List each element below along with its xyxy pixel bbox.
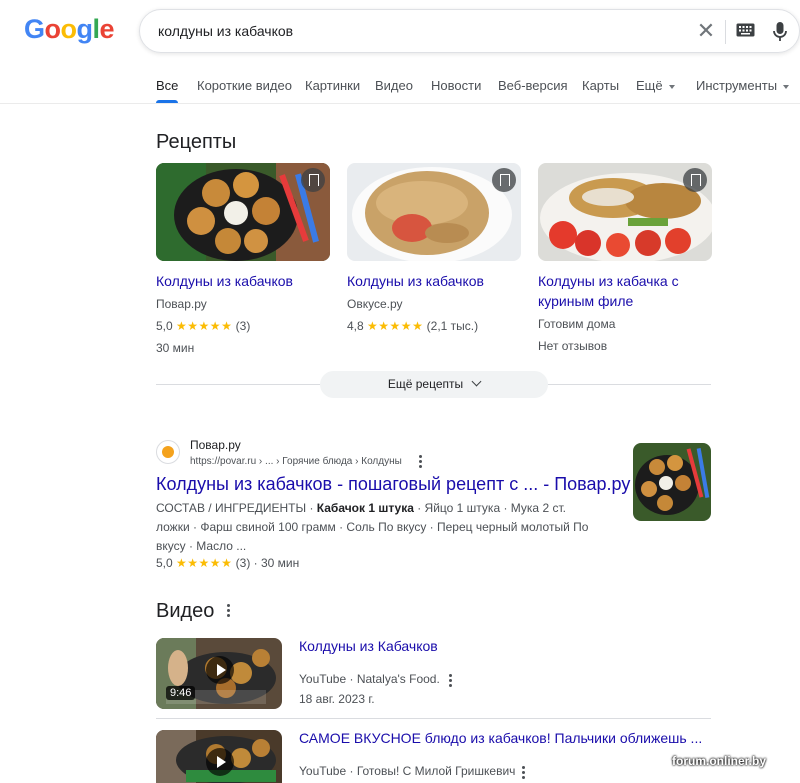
video-source: YouTube · Готовы! С Милой Гришкевич xyxy=(299,764,516,778)
recipe-image[interactable] xyxy=(538,163,712,261)
caret-down-icon xyxy=(668,84,675,89)
logo-letter: o xyxy=(60,14,78,44)
recipe-reviews: Нет отзывов xyxy=(538,339,608,353)
rating-count: (3) xyxy=(235,319,251,333)
result-snippet: СОСТАВ / ИНГРЕДИЕНТЫ · Кабачок 1 штука ·… xyxy=(156,499,596,556)
recipe-title[interactable]: Колдуны из кабачка с куриным филе xyxy=(538,271,712,311)
recipe-source: Повар.ру xyxy=(156,297,207,311)
videos-heading: Видео xyxy=(156,600,215,622)
recipe-source: Готовим дома xyxy=(538,317,616,331)
result-rating: 5,0 ★★★★★ (3) · 30 мин xyxy=(156,556,299,570)
search-input[interactable]: колдуны из кабачков xyxy=(158,23,293,39)
recipe-card[interactable]: Колдуны из кабачка с куриным филе Готови… xyxy=(538,163,712,355)
logo-letter: e xyxy=(99,14,115,44)
tab-images[interactable]: Картинки xyxy=(305,78,360,93)
more-options-icon[interactable] xyxy=(419,455,423,469)
video-source: YouTube · Natalya's Food. xyxy=(299,672,440,686)
video-thumbnail[interactable] xyxy=(156,730,282,783)
microphone-icon[interactable] xyxy=(772,21,788,43)
recipe-card[interactable]: Колдуны из кабачков Повар.ру 5,0 ★★★★★ (… xyxy=(156,163,330,357)
rating-value: 4,8 xyxy=(347,319,364,333)
recipe-image[interactable] xyxy=(347,163,521,261)
recipe-title[interactable]: Колдуны из кабачков xyxy=(347,271,521,291)
bookmark-icon[interactable] xyxy=(683,168,707,192)
site-name[interactable]: Повар.ру xyxy=(190,438,241,452)
site-favicon[interactable] xyxy=(156,440,180,464)
recipe-source: Овкусе.ру xyxy=(347,297,403,311)
more-options-icon[interactable] xyxy=(522,766,526,780)
stars-icon: ★★★★★ xyxy=(176,556,233,570)
watermark: forum.onliner.by xyxy=(672,754,767,768)
recipe-image[interactable] xyxy=(156,163,330,261)
result-thumbnail[interactable] xyxy=(633,443,711,521)
divider xyxy=(725,20,726,44)
bookmark-icon[interactable] xyxy=(492,168,516,192)
keyboard-icon[interactable] xyxy=(736,23,755,37)
result-photo xyxy=(633,443,711,521)
recipes-heading: Рецепты xyxy=(156,131,237,153)
tab-videos[interactable]: Видео xyxy=(375,78,413,93)
more-options-icon[interactable] xyxy=(449,674,453,688)
video-thumbnail[interactable]: 9:46 xyxy=(156,638,282,709)
recipe-rating: 4,8 ★★★★★ (2,1 тыс.) xyxy=(347,317,521,335)
video-duration: 9:46 xyxy=(166,686,196,700)
google-logo[interactable]: Google xyxy=(24,14,115,45)
chevron-down-icon xyxy=(471,376,482,387)
video-item[interactable]: САМОЕ ВКУСНОЕ блюдо из кабачков! Пальчик… xyxy=(156,730,711,783)
header-divider xyxy=(0,103,800,104)
more-recipes-button[interactable]: Ещё рецепты xyxy=(320,371,548,398)
tab-more[interactable]: Ещё xyxy=(636,78,675,93)
site-url[interactable]: https://povar.ru › ... › Горячие блюда ›… xyxy=(190,456,402,467)
result-meta-rest: (3) · 30 мин xyxy=(235,556,300,570)
logo-letter: g xyxy=(76,14,94,44)
logo-letter: l xyxy=(92,14,101,44)
tab-short-videos[interactable]: Короткие видео xyxy=(197,78,292,93)
video-title[interactable]: Колдуны из Кабачков xyxy=(299,638,438,654)
tab-maps[interactable]: Карты xyxy=(582,78,619,93)
result-title-link[interactable]: Колдуны из кабачков - пошаговый рецепт с… xyxy=(156,474,630,495)
play-icon xyxy=(206,748,234,776)
logo-letter: o xyxy=(44,14,62,44)
recipe-rating: 5,0 ★★★★★ (3) xyxy=(156,317,330,335)
snippet-text: СОСТАВ / ИНГРЕДИЕНТЫ · xyxy=(156,501,317,515)
recipe-title[interactable]: Колдуны из кабачков xyxy=(156,271,330,291)
video-date: 18 авг. 2023 г. xyxy=(299,692,375,706)
logo-letter: G xyxy=(24,14,45,44)
tab-all[interactable]: Все xyxy=(156,78,178,93)
tab-news[interactable]: Новости xyxy=(431,78,481,93)
more-options-icon[interactable] xyxy=(227,604,231,618)
recipe-time: 30 мин xyxy=(156,341,195,355)
rating-value: 5,0 xyxy=(156,319,173,333)
stars-icon: ★★★★★ xyxy=(367,319,424,333)
bookmark-icon[interactable] xyxy=(301,168,325,192)
play-icon xyxy=(206,656,234,684)
more-recipes-label: Ещё рецепты xyxy=(387,377,464,391)
tab-tools-label: Инструменты xyxy=(696,78,778,93)
rating-count: (2,1 тыс.) xyxy=(426,319,479,333)
divider xyxy=(156,718,711,719)
recipe-card[interactable]: Колдуны из кабачков Овкусе.ру 4,8 ★★★★★ … xyxy=(347,163,521,335)
video-title[interactable]: САМОЕ ВКУСНОЕ блюдо из кабачков! Пальчик… xyxy=(299,730,702,746)
tab-web[interactable]: Веб-версия xyxy=(498,78,568,93)
tab-more-label: Ещё xyxy=(636,78,663,93)
tab-tools[interactable]: Инструменты xyxy=(696,78,790,93)
clear-icon[interactable]: ✕ xyxy=(693,18,719,44)
video-item[interactable]: 9:46 Колдуны из Кабачков YouTube · Natal… xyxy=(156,638,711,710)
snippet-highlight: Кабачок 1 штука xyxy=(316,501,414,515)
stars-icon: ★★★★★ xyxy=(176,319,233,333)
caret-down-icon xyxy=(783,84,790,89)
rating-value: 5,0 xyxy=(156,556,173,570)
search-box[interactable]: колдуны из кабачков ✕ xyxy=(139,9,800,53)
